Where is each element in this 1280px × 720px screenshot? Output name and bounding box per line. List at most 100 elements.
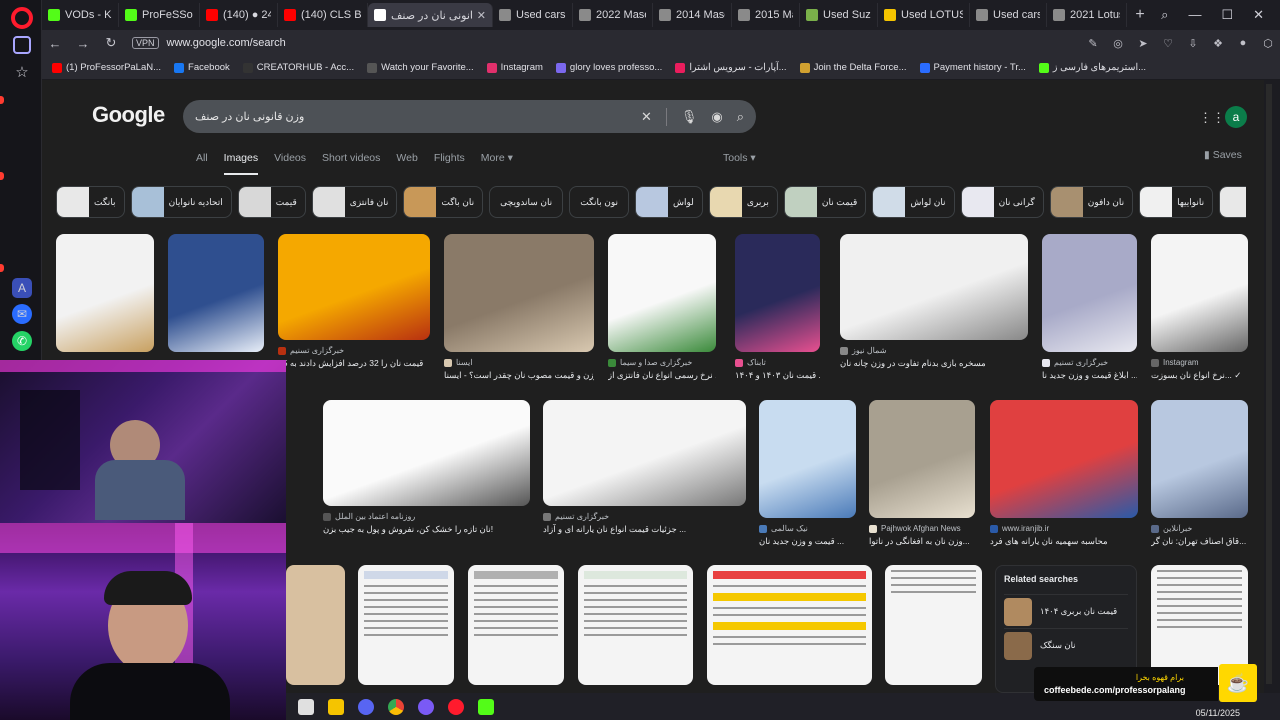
extensions-icon[interactable]: ❖ — [1212, 37, 1224, 50]
image-result[interactable] — [358, 565, 454, 685]
search-chip[interactable]: بربری — [708, 186, 778, 218]
tab-flights[interactable]: Flights — [434, 152, 465, 175]
minimize-button[interactable]: — — [1188, 7, 1201, 23]
bookmark[interactable]: Facebook — [174, 62, 230, 73]
bookmark[interactable]: استریمرهای فارسی ز... — [1038, 62, 1146, 73]
bookmark[interactable]: آپارات - سرویس اشترا... — [675, 62, 787, 73]
image-result[interactable]: روزنامه اعتماد بین الملل نان تازه را خشک … — [323, 400, 530, 535]
reload-button[interactable]: ↻ — [104, 35, 118, 51]
image-title[interactable]: ابلاغ قیمت و وزن جدید نا ... — [1042, 370, 1137, 381]
image-result[interactable] — [56, 234, 154, 352]
image-result[interactable] — [885, 565, 982, 685]
image-result[interactable]: خبرگزاری تسنیم جزئیات قیمت انواع نان یارا… — [543, 400, 746, 535]
search-chip[interactable]: قیمت نان — [783, 186, 867, 218]
tab[interactable]: (140) CLS BANAN — [278, 3, 368, 27]
star-icon[interactable]: ☆ — [12, 62, 32, 82]
search-chip[interactable]: نانواییها — [1139, 186, 1214, 218]
image-title[interactable]: مسخره بازی بدنام تفاوت در وزن چانه نان — [840, 358, 1028, 369]
tab-all[interactable]: All — [196, 152, 208, 175]
tab-web[interactable]: Web — [396, 152, 417, 175]
image-result[interactable] — [286, 565, 345, 685]
new-tab-button[interactable]: + — [1127, 6, 1153, 24]
opera-logo-icon[interactable] — [11, 7, 33, 29]
tab[interactable]: VODs - Kick Das — [42, 3, 119, 27]
image-title[interactable]: نان تازه را خشک کن، نفروش و پول به جیب ب… — [323, 524, 530, 535]
tab[interactable]: Used cars for sal — [493, 3, 573, 27]
tab[interactable]: ProFeSSorPaLaN — [119, 3, 200, 27]
search-chip[interactable]: نان سنگک — [1219, 186, 1246, 218]
download-icon[interactable]: ⇩ — [1187, 37, 1199, 50]
image-title[interactable]: قیمت نان را 32 درصد افزایش دادند به 15 — [278, 358, 430, 369]
image-result[interactable]: خبرآنلاین قاق اصناف تهران: نان گر... — [1151, 400, 1248, 547]
maximize-button[interactable]: ☐ — [1221, 7, 1233, 23]
vpn-badge[interactable]: VPN — [132, 37, 159, 49]
bookmark[interactable]: Instagram — [486, 62, 543, 73]
forward-button[interactable]: → — [76, 36, 90, 51]
image-result[interactable]: خبرگزاری تسنیم ابلاغ قیمت و وزن جدید نا .… — [1042, 234, 1137, 381]
bookmark[interactable]: glory loves professo... — [555, 62, 662, 73]
search-chip[interactable]: نان لواش — [872, 186, 955, 218]
close-tab-icon[interactable]: ✕ — [477, 9, 486, 22]
tab-images[interactable]: Images — [223, 152, 259, 175]
search-input[interactable]: وزن قانونی نان در صنف — [195, 110, 641, 123]
tab[interactable]: Used cars for sal — [970, 3, 1047, 27]
avatar[interactable]: a — [1225, 106, 1247, 128]
image-result[interactable]: خبرگزاری صدا و سیما نرخ رسمی انواع نان فا… — [608, 234, 716, 381]
image-title[interactable]: نرخ انواع نان بسوزت... ✓ — [1151, 370, 1248, 381]
image-title[interactable]: نرخ رسمی انواع نان فانتزی از ... — [608, 370, 716, 381]
tab-videos[interactable]: Videos — [274, 152, 306, 175]
chrome-icon[interactable] — [388, 698, 404, 715]
search-chip[interactable]: نون بانگت — [569, 186, 630, 218]
image-title[interactable]: وزن نان به افغانگی در ناتوا... — [869, 536, 975, 547]
image-result[interactable] — [707, 565, 872, 685]
bookmark[interactable]: Watch your Favorite... — [367, 62, 474, 73]
tab[interactable]: 2022 Maserati M — [573, 3, 653, 27]
clear-icon[interactable]: ✕ — [641, 109, 652, 125]
edit-icon[interactable]: ✎ — [1087, 37, 1099, 50]
file-icon[interactable] — [298, 698, 314, 715]
image-title[interactable]: محاسبه سهمیه نان یارانه های فرد — [990, 536, 1138, 547]
heart-icon[interactable]: ♡ — [1162, 37, 1174, 50]
image-title[interactable]: قیمت نان ۱۴۰۳ و ۱۴۰۴ ... — [735, 370, 820, 381]
bookmark[interactable]: CREATORHUB - Acc... — [242, 62, 354, 73]
image-result[interactable]: ایسنا وزن و قیمت مصوب نان چقدر است؟ - ایس… — [444, 234, 594, 381]
search-chip[interactable]: لواش — [635, 186, 703, 218]
image-title[interactable]: قیمت و وزن جدید نان ... — [759, 536, 856, 547]
related-search-item[interactable]: نان سنگک — [1004, 628, 1128, 662]
tab-active[interactable]: وزن قانونی نان در صنف ✕ — [368, 3, 493, 27]
search-chip[interactable]: نان ساندویچی — [489, 186, 564, 218]
tab-more[interactable]: More ▾ — [481, 152, 513, 175]
search-chip[interactable]: نان فانتزی — [311, 186, 398, 218]
app-icon[interactable] — [418, 698, 434, 715]
whatsapp-icon[interactable]: ✆ — [12, 331, 32, 351]
tab[interactable]: Used Suzuki Cars — [800, 3, 878, 27]
discord-icon[interactable] — [358, 698, 374, 715]
messenger-icon[interactable]: ✉ — [12, 304, 32, 324]
opera-icon[interactable] — [448, 698, 464, 715]
tools-button[interactable]: Tools ▾ — [723, 152, 756, 164]
profile-icon[interactable]: ● — [1237, 37, 1249, 50]
image-result[interactable]: www.iranjib.ir محاسبه سهمیه نان یارانه ها… — [990, 400, 1138, 547]
image-result[interactable]: نیک سالمی قیمت و وزن جدید نان ... — [759, 400, 856, 547]
search-chip[interactable]: نان دافون — [1049, 186, 1134, 218]
lens-icon[interactable]: ◉ — [711, 109, 722, 125]
google-logo[interactable]: Google — [92, 102, 165, 128]
search-tabs-icon[interactable]: ⌕ — [1161, 7, 1168, 23]
tab-short-videos[interactable]: Short videos — [322, 152, 380, 175]
tab[interactable]: 2021 Lotus Elise — [1047, 3, 1127, 27]
camera-icon[interactable]: ◎ — [1112, 37, 1124, 50]
tab[interactable]: (140) ● 24 HOU — [200, 3, 278, 27]
wallet-icon[interactable]: ⬡ — [1262, 37, 1274, 50]
search-chip[interactable]: اتحادیه نانوایان — [130, 186, 232, 218]
bookmark[interactable]: Payment history - Tr... — [919, 62, 1026, 73]
aria-ai-icon[interactable]: A — [12, 278, 32, 298]
image-result[interactable] — [578, 565, 693, 685]
related-search-item[interactable]: قیمت نان بربری ۱۴۰۴ — [1004, 594, 1128, 628]
image-title[interactable]: قاق اصناف تهران: نان گر... — [1151, 536, 1248, 547]
tab[interactable]: 2014 Maserati G — [653, 3, 732, 27]
image-result[interactable]: Pajhwok Afghan News وزن نان به افغانگی در… — [869, 400, 975, 547]
microphone-icon[interactable]: 🎙 — [681, 109, 698, 125]
close-window-button[interactable]: ✕ — [1253, 7, 1264, 23]
image-result[interactable] — [468, 565, 564, 685]
saves-button[interactable]: ▮ Saves — [1204, 149, 1242, 161]
